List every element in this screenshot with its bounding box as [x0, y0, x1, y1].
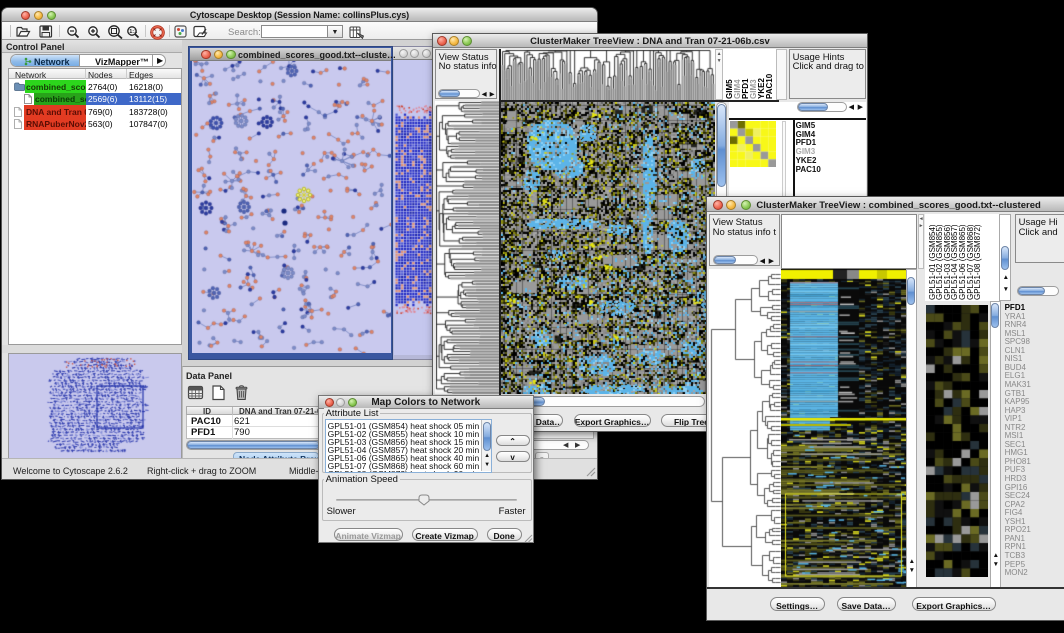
svg-text:1:1: 1:1 — [129, 29, 137, 35]
